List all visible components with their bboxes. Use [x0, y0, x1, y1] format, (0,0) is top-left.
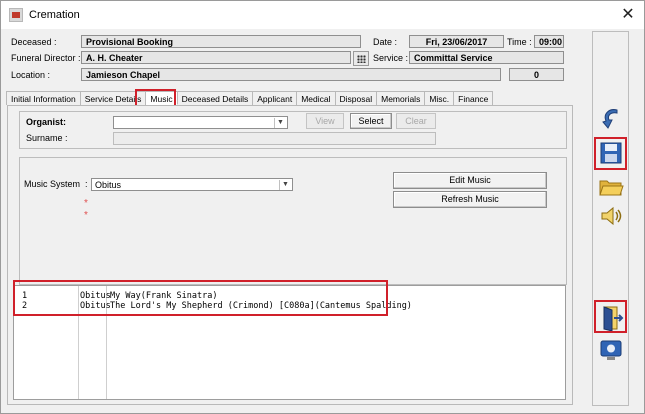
funeral-director-field[interactable]: A. H. Cheater — [81, 51, 351, 64]
tab-medical[interactable]: Medical — [297, 91, 336, 105]
tab-deceased-details[interactable]: Deceased Details — [177, 91, 254, 105]
service-label: Service : — [373, 53, 409, 63]
deceased-label: Deceased : — [11, 37, 57, 47]
surname-label: Surname : — [26, 133, 68, 143]
monitor-icon[interactable] — [597, 336, 625, 364]
tab-applicant[interactable]: Applicant — [253, 91, 298, 105]
music-item-number: 1 — [22, 291, 28, 301]
deceased-field[interactable]: Provisional Booking — [81, 35, 361, 48]
music-list[interactable]: 1 Obitus My Way(Frank Sinatra) 2 Obitus … — [13, 285, 566, 400]
tab-memorials[interactable]: Memorials — [377, 91, 426, 105]
open-folder-icon[interactable] — [597, 172, 625, 200]
tab-misc[interactable]: Misc. — [425, 91, 455, 105]
location-field[interactable]: Jamieson Chapel — [81, 68, 501, 81]
save-icon[interactable] — [597, 139, 625, 167]
undo-icon[interactable] — [597, 104, 625, 132]
grid-icon — [357, 55, 366, 63]
cremation-window: Cremation ✕ Deceased : Provisional Booki… — [0, 0, 645, 414]
music-system-select[interactable]: Obitus ▼ — [91, 178, 293, 191]
music-item-number: 2 — [22, 301, 28, 311]
right-toolbar — [592, 31, 629, 406]
count-field: 0 — [509, 68, 564, 81]
tab-disposal[interactable]: Disposal — [335, 91, 378, 105]
app-icon — [9, 8, 23, 22]
close-icon[interactable]: ✕ — [618, 5, 638, 25]
window-scrollbar[interactable] — [630, 29, 644, 413]
service-field[interactable]: Committal Service — [409, 51, 564, 64]
required-marker: * — [84, 198, 88, 209]
clear-button[interactable]: Clear — [396, 113, 436, 129]
tab-finance[interactable]: Finance — [454, 91, 494, 105]
tab-service-details[interactable]: Service Details — [80, 91, 147, 105]
refresh-music-button[interactable]: Refresh Music — [393, 191, 547, 208]
window-title: Cremation — [29, 9, 80, 21]
edit-music-button[interactable]: Edit Music — [393, 172, 547, 189]
column-divider — [78, 286, 79, 399]
music-item-system: Obitus — [80, 301, 111, 311]
music-item-title: The Lord's My Shepherd (Crimond) [C080a]… — [110, 301, 412, 311]
music-system-colon: : — [85, 179, 88, 189]
organist-select[interactable]: ▼ — [113, 116, 288, 129]
music-system-label: Music System — [24, 179, 81, 189]
music-system-value: Obitus — [95, 180, 122, 190]
exit-door-icon[interactable] — [597, 304, 625, 332]
funeral-director-label: Funeral Director : — [11, 53, 81, 63]
chevron-down-icon[interactable]: ▼ — [274, 118, 286, 128]
date-field[interactable]: Fri, 23/06/2017 — [409, 35, 504, 48]
directory-grid-button[interactable] — [353, 51, 369, 66]
time-label: Time : — [507, 37, 532, 47]
speaker-icon[interactable] — [597, 202, 625, 230]
date-label: Date : — [373, 37, 398, 47]
required-marker: * — [84, 210, 88, 221]
music-item-title: My Way(Frank Sinatra) — [110, 291, 218, 301]
tab-music[interactable]: Music — [146, 91, 178, 105]
tab-initial-information[interactable]: Initial Information — [6, 91, 81, 105]
organist-label: Organist: — [26, 117, 67, 127]
view-button[interactable]: View — [306, 113, 344, 129]
music-item-system: Obitus — [80, 291, 111, 301]
chevron-down-icon[interactable]: ▼ — [279, 180, 291, 190]
surname-field[interactable] — [113, 132, 436, 145]
tab-bar: Initial Information Service Details Musi… — [6, 91, 494, 105]
select-button[interactable]: Select — [350, 113, 392, 129]
location-label: Location : — [11, 70, 51, 80]
title-bar: Cremation ✕ — [1, 1, 644, 29]
time-field[interactable]: 09:00 — [534, 35, 564, 48]
